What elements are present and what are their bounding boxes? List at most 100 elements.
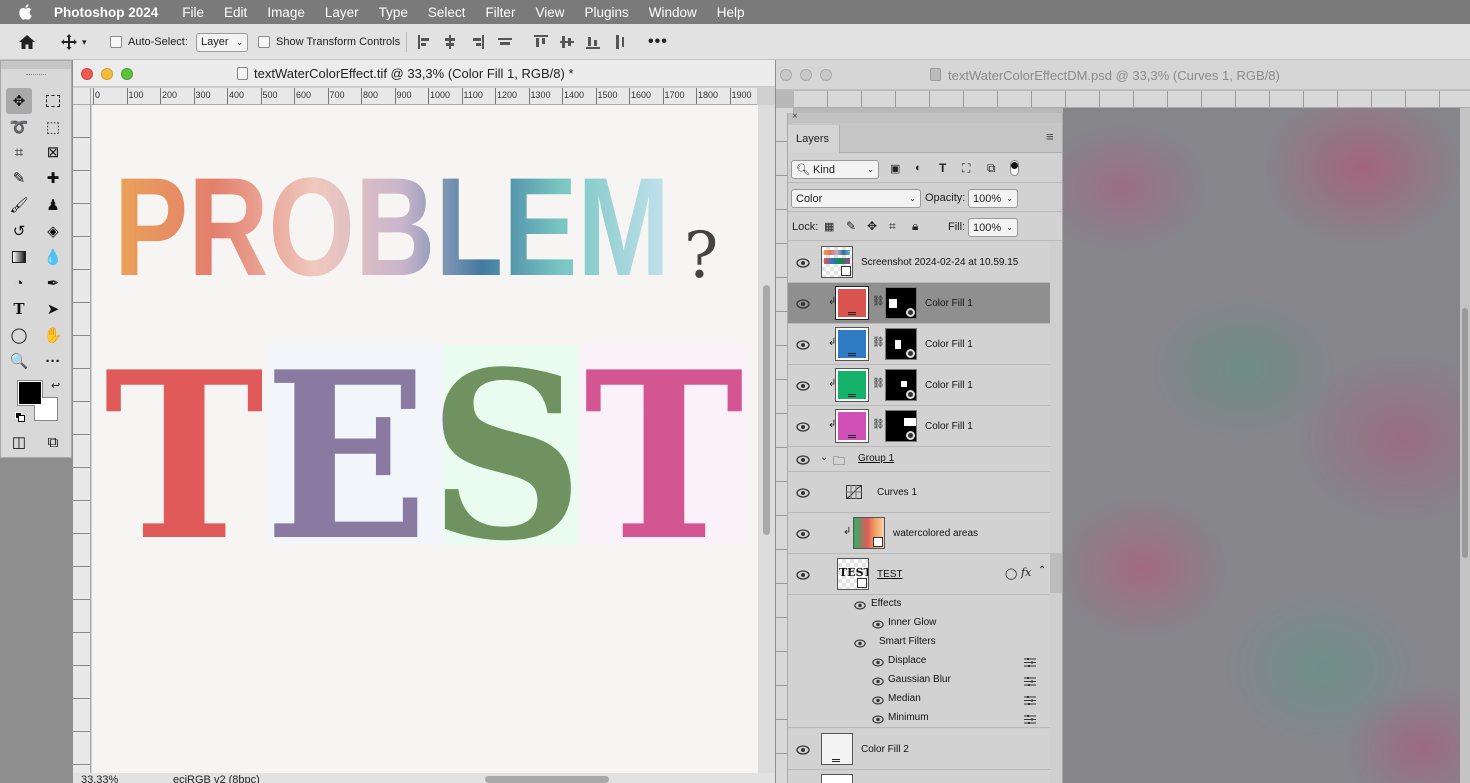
filter-minimum[interactable]: Minimum [888, 712, 929, 723]
noise-canvas[interactable] [1063, 108, 1460, 783]
layer-row-color-fill-magenta[interactable]: ↲ ⛓ Color Fill 1 [788, 406, 1050, 447]
dodge-tool-icon[interactable]: ◔ [6, 270, 32, 296]
close-button[interactable] [780, 69, 792, 81]
ellipse-tool-icon[interactable]: ◯ [6, 322, 32, 348]
lock-all-icon[interactable]: 🔒︎ [912, 219, 918, 234]
layer-mask-thumbnail[interactable] [885, 287, 917, 319]
eyedropper-icon[interactable]: ✎ [6, 165, 32, 191]
filter-kind-dropdown[interactable]: 🔍︎ Kind ⌄ [791, 160, 879, 179]
zoom-level[interactable]: 33,33% [81, 774, 118, 783]
link-icon[interactable]: ⛓ [872, 296, 885, 307]
chevron-down-icon[interactable]: ⌄ [820, 452, 828, 463]
eraser-tool-icon[interactable]: ◈ [40, 218, 66, 244]
object-select-icon[interactable]: ⬚ [40, 114, 66, 140]
history-brush-icon[interactable]: ↺ [6, 218, 32, 244]
visibility-eye-icon[interactable] [796, 299, 810, 309]
frame-tool-icon[interactable]: ⊠ [40, 139, 66, 165]
visibility-eye-icon[interactable] [796, 422, 810, 432]
panel-menu-icon[interactable]: ≡ [1046, 129, 1054, 144]
scrollbar-thumb[interactable] [763, 285, 770, 535]
link-icon[interactable]: ⛓ [872, 378, 885, 389]
menu-plugins[interactable]: Plugins [584, 5, 628, 20]
layer-row-group-1[interactable]: ⌄ 🗀 Group 1 [788, 447, 1050, 472]
filter-options-icon[interactable] [1024, 677, 1036, 686]
smart-object-filter-icon[interactable]: ⧉ [987, 161, 996, 176]
filter-toggle[interactable] [1010, 160, 1019, 176]
inner-glow-label[interactable]: Inner Glow [888, 617, 936, 628]
minimize-button[interactable] [800, 69, 812, 81]
default-colors-icon[interactable] [15, 412, 25, 422]
filter-displace[interactable]: Displace [888, 655, 926, 666]
visibility-eye-icon[interactable] [796, 745, 810, 755]
healing-brush-icon[interactable]: ✚ [40, 165, 66, 191]
vertical-scrollbar[interactable] [758, 105, 775, 773]
menu-edit[interactable]: Edit [224, 5, 247, 20]
gradient-tool-icon[interactable] [6, 244, 32, 270]
effects-label[interactable]: Effects [871, 598, 901, 609]
filter-gaussian-blur[interactable]: Gaussian Blur [888, 674, 951, 685]
pen-tool-icon[interactable]: ✒ [40, 270, 66, 296]
layer-row-test[interactable]: TEST TEST ◯ fx ⌃ [788, 554, 1050, 595]
menu-filter[interactable]: Filter [485, 5, 515, 20]
lock-artboard-icon[interactable]: ⌗ [889, 219, 896, 234]
visibility-eye-icon[interactable] [872, 715, 884, 724]
visibility-eye-icon[interactable] [854, 639, 866, 648]
visibility-eye-icon[interactable] [872, 677, 884, 686]
blend-mode-dropdown[interactable]: Color ⌄ [791, 189, 921, 208]
auto-select-dropdown[interactable]: Layer ⌄ [196, 32, 248, 52]
zoom-button[interactable] [820, 69, 832, 81]
fx-icon[interactable]: fx [1021, 566, 1031, 579]
vertical-scrollbar-2[interactable] [1460, 108, 1470, 783]
blur-tool-icon[interactable]: 💧 [40, 244, 66, 270]
smart-filters-label[interactable]: Smart Filters [879, 636, 936, 647]
crop-tool-icon[interactable]: ⌗ [6, 139, 32, 165]
chevron-down-icon[interactable]: ▾ [82, 37, 87, 48]
auto-select-checkbox[interactable] [110, 36, 122, 48]
scrollbar-thumb-2[interactable] [1462, 308, 1468, 558]
layer-mask-thumbnail[interactable] [885, 369, 917, 401]
lock-transparent-icon[interactable]: ▦ [824, 220, 834, 233]
menu-image[interactable]: Image [267, 5, 305, 20]
visibility-eye-icon[interactable] [796, 381, 810, 391]
type-tool-icon[interactable]: T [6, 296, 32, 322]
lasso-tool-icon[interactable]: ➰ [6, 114, 32, 140]
layer-row-watercolored-areas[interactable]: ↲ watercolored areas [788, 513, 1050, 554]
hand-tool-icon[interactable]: ✋ [40, 322, 66, 348]
menu-view[interactable]: View [535, 5, 564, 20]
brush-tool-icon[interactable]: 🖌 [6, 192, 32, 218]
shape-filter-icon[interactable]: ⛶ [962, 161, 970, 176]
visibility-eye-icon[interactable] [796, 488, 810, 498]
close-panel-icon[interactable]: × [792, 111, 798, 122]
opacity-field[interactable]: 100% ⌄ [968, 189, 1018, 208]
zoom-tool-icon[interactable]: 🔍 [6, 348, 32, 374]
layer-row-color-fill-blue[interactable]: ↲ ⛓ Color Fill 1 [788, 324, 1050, 365]
layer-row-color-fill-green[interactable]: ↲ ⛓ Color Fill 1 [788, 365, 1050, 406]
apple-icon[interactable] [18, 0, 38, 24]
app-name[interactable]: Photoshop 2024 [54, 5, 158, 20]
filter-options-icon[interactable] [1024, 715, 1036, 724]
layer-row-curves-1[interactable]: Curves 1 [788, 472, 1050, 513]
path-select-icon[interactable]: ➤ [40, 296, 66, 322]
lock-pixels-icon[interactable]: ✎ [846, 219, 856, 233]
chevron-up-icon[interactable]: ⌃ [1038, 565, 1046, 576]
minimize-button[interactable] [101, 68, 113, 80]
more-tools-icon[interactable]: ··· [40, 348, 66, 374]
close-button[interactable] [81, 68, 93, 80]
fill-field[interactable]: 100% ⌄ [968, 218, 1018, 237]
visibility-eye-icon[interactable] [854, 601, 866, 610]
visibility-eye-icon[interactable] [796, 258, 810, 268]
menu-select[interactable]: Select [428, 5, 466, 20]
adjustment-filter-icon[interactable]: ◐ [915, 162, 922, 174]
visibility-eye-icon[interactable] [796, 340, 810, 350]
canvas[interactable]: PROBLEM ? TEST [92, 105, 758, 773]
layers-scrollbar[interactable] [1050, 553, 1062, 593]
horizontal-scrollbar-thumb[interactable] [485, 776, 609, 783]
link-icon[interactable]: ⛓ [872, 337, 885, 348]
move-tool-icon[interactable]: ▾ [60, 24, 87, 60]
visibility-eye-icon[interactable] [796, 529, 810, 539]
move-tool-icon[interactable]: ✥ [6, 88, 32, 114]
filter-options-icon[interactable] [1024, 696, 1036, 705]
pixel-filter-icon[interactable]: ▣ [890, 162, 900, 175]
stamp-tool-icon[interactable]: ♟ [40, 192, 66, 218]
menu-window[interactable]: Window [649, 5, 697, 20]
